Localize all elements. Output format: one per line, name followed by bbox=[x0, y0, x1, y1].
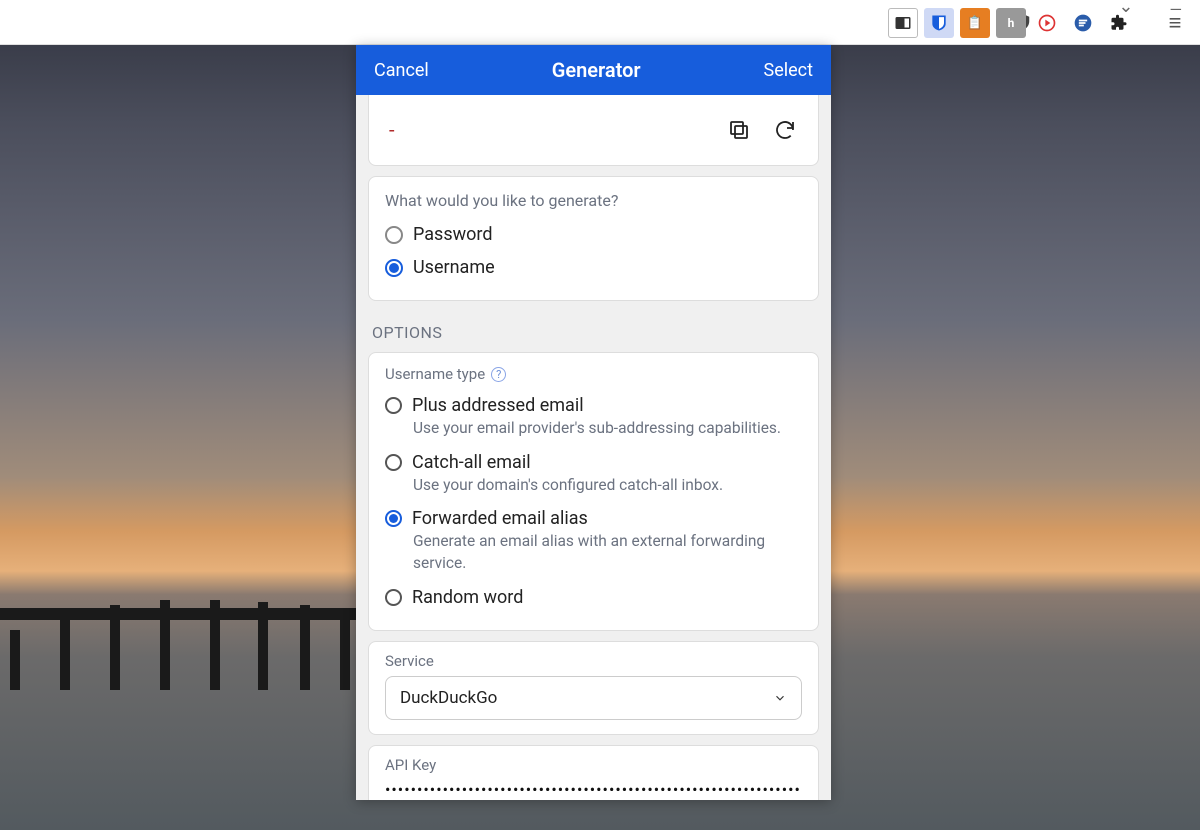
api-key-card: API Key ••••••••••••••••••••••••••••••••… bbox=[368, 745, 819, 800]
cancel-button[interactable]: Cancel bbox=[374, 60, 429, 81]
minimize-icon[interactable]: ― bbox=[1170, 0, 1183, 21]
option-catch-all[interactable]: Catch-all email Use your domain's config… bbox=[385, 446, 802, 503]
option-random-word[interactable]: Random word bbox=[385, 581, 802, 614]
chevron-down-icon bbox=[773, 691, 787, 705]
radio-label: Username bbox=[413, 257, 495, 278]
username-type-card: Username type ? Plus addressed email Use… bbox=[368, 352, 819, 631]
popup-title: Generator bbox=[552, 58, 641, 82]
radio-icon bbox=[385, 226, 403, 244]
option-desc: Generate an email alias with an external… bbox=[413, 531, 802, 574]
extension-icon[interactable]: 📋 bbox=[960, 8, 990, 38]
options-section-heading: OPTIONS bbox=[372, 323, 815, 342]
generate-prompt-label: What would you like to generate? bbox=[385, 191, 802, 210]
popup-header: Cancel Generator Select bbox=[356, 45, 831, 95]
chevron-down-icon[interactable]: ⌄ bbox=[1118, 0, 1133, 17]
option-plus-addressed[interactable]: Plus addressed email Use your email prov… bbox=[385, 389, 802, 446]
select-button[interactable]: Select bbox=[764, 60, 813, 81]
help-icon[interactable]: ? bbox=[491, 367, 506, 382]
extension-icon[interactable] bbox=[1032, 8, 1062, 38]
service-selected-value: DuckDuckGo bbox=[400, 688, 497, 708]
api-key-value[interactable]: ••••••••••••••••••••••••••••••••••••••••… bbox=[385, 780, 802, 799]
copy-icon[interactable] bbox=[726, 117, 752, 143]
generate-type-card: What would you like to generate? Passwor… bbox=[368, 176, 819, 301]
extension-icon[interactable]: h bbox=[996, 8, 1026, 38]
reader-mode-icon[interactable] bbox=[888, 8, 918, 38]
radio-icon bbox=[385, 589, 402, 606]
option-desc: Use your email provider's sub-addressing… bbox=[413, 418, 802, 440]
extension-icon[interactable] bbox=[1068, 8, 1098, 38]
radio-username[interactable]: Username bbox=[385, 251, 802, 284]
browser-toolbar: 📋 h ≡ ⌄ ― bbox=[0, 0, 1200, 45]
generated-output-card: - bbox=[368, 95, 819, 166]
radio-password[interactable]: Password bbox=[385, 218, 802, 251]
radio-icon bbox=[385, 397, 402, 414]
window-controls: ⌄ ― bbox=[1118, 0, 1182, 17]
service-select[interactable]: DuckDuckGo bbox=[385, 676, 802, 720]
generated-value: - bbox=[389, 118, 395, 142]
radio-icon bbox=[385, 259, 403, 277]
username-type-label: Username type ? bbox=[385, 365, 802, 383]
bitwarden-popup: Cancel Generator Select - What would you… bbox=[356, 45, 831, 800]
popup-body[interactable]: - What would you like to generate? Passw… bbox=[356, 95, 831, 800]
radio-icon bbox=[385, 510, 402, 527]
radio-icon bbox=[385, 454, 402, 471]
option-desc: Use your domain's configured catch-all i… bbox=[413, 475, 802, 497]
service-label: Service bbox=[385, 652, 802, 670]
api-key-label: API Key bbox=[385, 756, 802, 774]
regenerate-icon[interactable] bbox=[772, 117, 798, 143]
radio-label: Password bbox=[413, 224, 493, 245]
service-card: Service DuckDuckGo bbox=[368, 641, 819, 735]
bitwarden-extension-icon[interactable] bbox=[924, 8, 954, 38]
option-forwarded-alias[interactable]: Forwarded email alias Generate an email … bbox=[385, 502, 802, 580]
